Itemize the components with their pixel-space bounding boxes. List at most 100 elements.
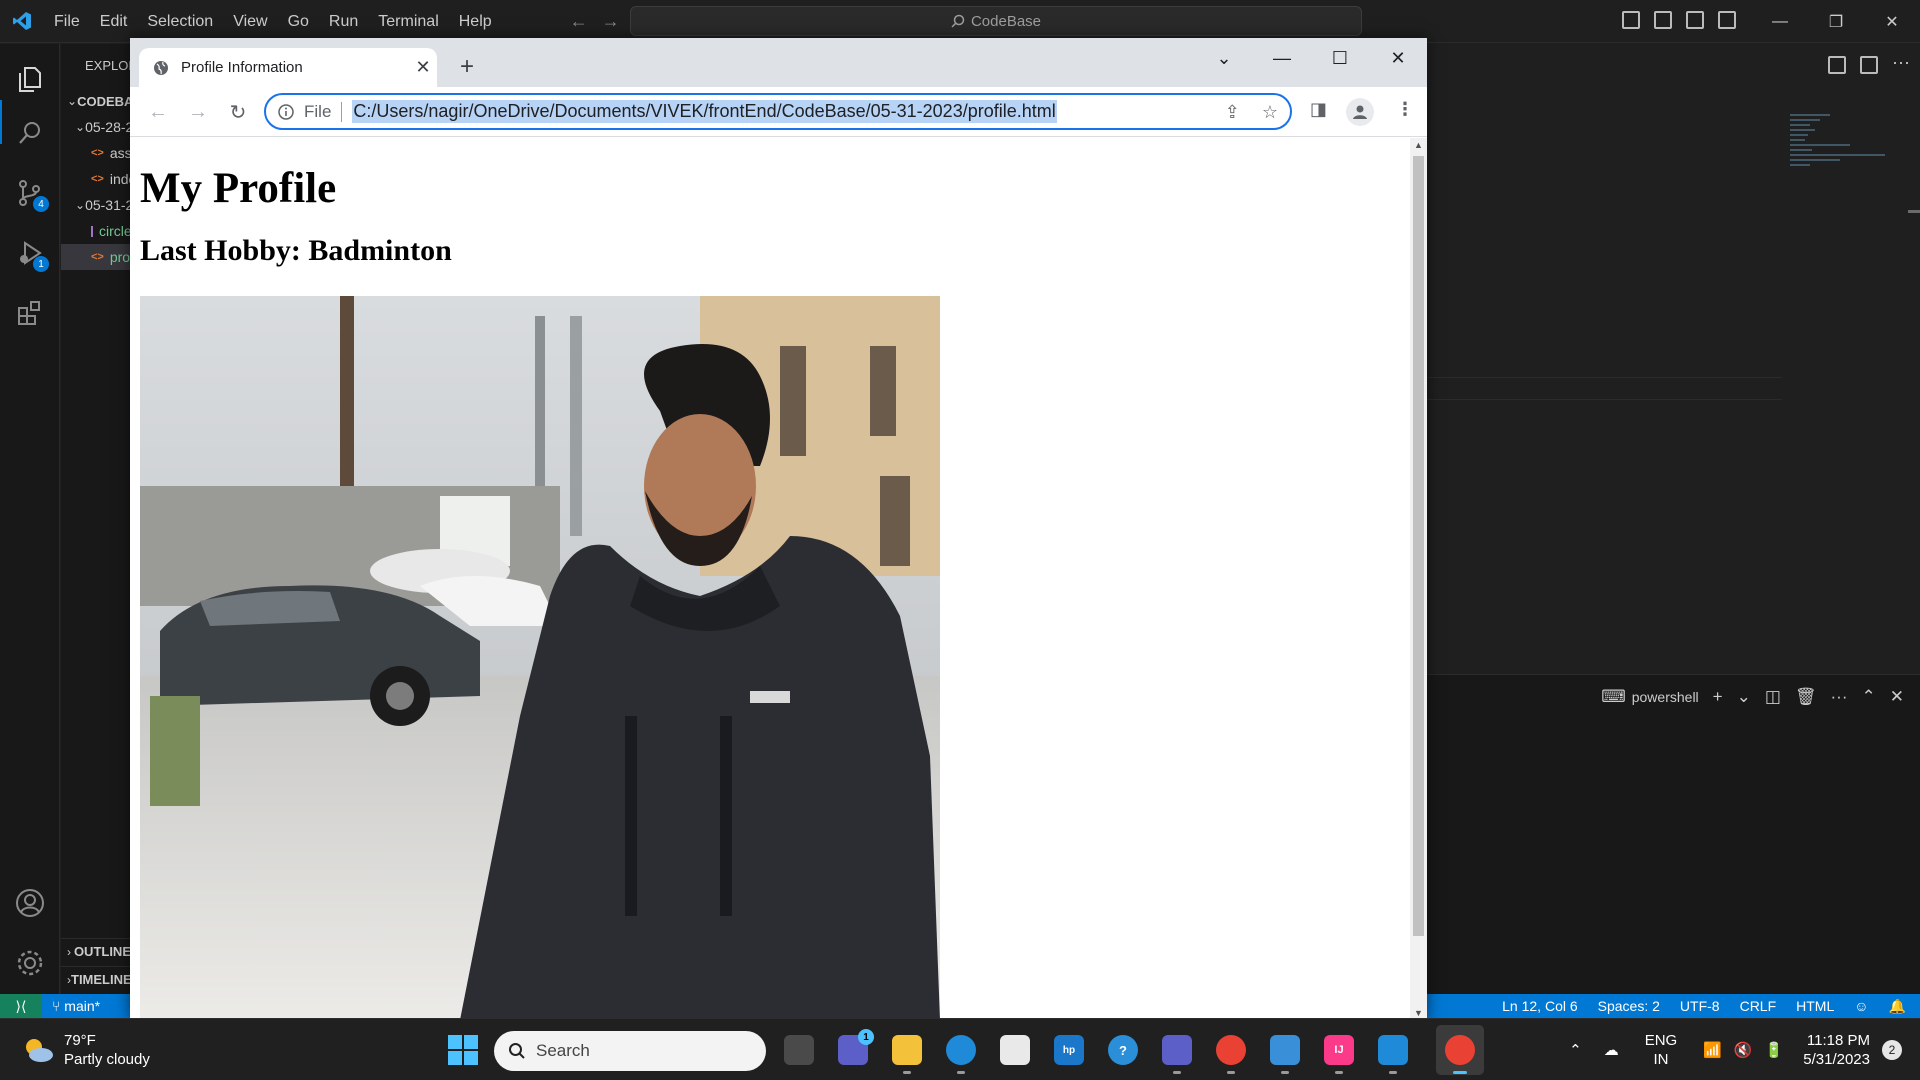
minimize-icon[interactable]: — xyxy=(1752,0,1808,43)
folder-item[interactable]: ⌄ 05-31-2023 xyxy=(61,192,131,218)
battery-icon[interactable]: 🔋 xyxy=(1765,1041,1784,1059)
toggle-secondary-sidebar-icon[interactable] xyxy=(1686,11,1704,29)
scroll-up-arrow-icon[interactable]: ▲ xyxy=(1414,140,1423,150)
start-button[interactable] xyxy=(448,1035,478,1065)
search-icon[interactable] xyxy=(13,116,47,150)
menu-terminal[interactable]: Terminal xyxy=(368,0,448,43)
chrome-active-icon[interactable] xyxy=(1445,1035,1475,1074)
terminal-tab[interactable]: ⌨ powershell xyxy=(1601,687,1698,707)
notepad-icon[interactable] xyxy=(1270,1035,1300,1074)
get-help-icon[interactable]: ? xyxy=(1108,1035,1138,1065)
menu-run[interactable]: Run xyxy=(319,0,368,43)
file-item[interactable]: <> assignment.html xyxy=(61,140,131,166)
trash-icon[interactable]: 🗑 xyxy=(1795,687,1817,707)
restore-icon[interactable]: ❐ xyxy=(1808,0,1864,43)
input-language[interactable]: ENG IN xyxy=(1645,1031,1678,1069)
maximize-panel-icon[interactable]: ⌃ xyxy=(1862,687,1876,707)
tab-close-icon[interactable]: ✕ xyxy=(409,57,437,78)
bookmark-star-icon[interactable]: ☆ xyxy=(1262,102,1278,123)
intellij-icon[interactable]: IJ xyxy=(1324,1035,1354,1074)
chat-icon[interactable]: 1 xyxy=(838,1029,874,1065)
extensions-icon[interactable] xyxy=(13,296,47,330)
split-terminal-icon[interactable]: ◫ xyxy=(1765,687,1781,707)
close-icon[interactable]: ✕ xyxy=(1864,0,1920,43)
more-actions-icon[interactable]: ··· xyxy=(1831,687,1848,707)
clock[interactable]: 11:18 PM 5/31/2023 xyxy=(1803,1031,1870,1069)
editor-area[interactable]: ··· xyxy=(1427,44,1920,674)
side-panel-icon[interactable]: ◨ xyxy=(1310,99,1327,120)
address-bar[interactable]: File C:/Users/nagir/OneDrive/Documents/V… xyxy=(264,93,1292,130)
teams-icon[interactable] xyxy=(1162,1035,1192,1074)
maximize-icon[interactable]: ☐ xyxy=(1311,38,1369,78)
new-tab-button[interactable]: + xyxy=(453,53,481,81)
page-scrollbar[interactable]: ▲ ▼ xyxy=(1410,138,1427,1020)
menu-go[interactable]: Go xyxy=(278,0,319,43)
chevron-down-icon[interactable]: ⌄ xyxy=(1737,687,1751,707)
menu-help[interactable]: Help xyxy=(449,0,502,43)
browser-tab[interactable]: Profile Information ✕ xyxy=(139,48,437,87)
minimize-icon[interactable]: — xyxy=(1253,38,1311,78)
back-arrow-icon[interactable]: ← xyxy=(570,11,588,32)
edge-icon[interactable] xyxy=(946,1035,976,1074)
menu-view[interactable]: View xyxy=(223,0,277,43)
reload-button[interactable]: ↻ xyxy=(226,100,250,124)
folder-item[interactable]: ⌄ 05-28-2023 xyxy=(61,114,131,140)
file-item-selected[interactable]: <> profile.html xyxy=(61,244,131,270)
language-mode[interactable]: HTML xyxy=(1796,994,1834,1018)
scroll-thumb[interactable] xyxy=(1413,156,1424,936)
back-button[interactable]: ← xyxy=(146,100,170,124)
vscode-taskbar-icon[interactable] xyxy=(1378,1035,1408,1074)
file-item[interactable]: circle.png xyxy=(61,218,131,244)
wifi-icon[interactable]: 📶 xyxy=(1703,1041,1722,1059)
indentation[interactable]: Spaces: 2 xyxy=(1598,994,1660,1018)
outline-section[interactable]: › OUTLINE xyxy=(61,938,131,964)
taskbar-search[interactable]: Search xyxy=(494,1031,766,1071)
workspace-root[interactable]: ⌄ CODEBASE xyxy=(61,88,131,114)
editor-scrollbar[interactable] xyxy=(1908,210,1920,213)
menu-edit[interactable]: Edit xyxy=(90,0,138,43)
toggle-primary-sidebar-icon[interactable] xyxy=(1622,11,1640,29)
forward-arrow-icon[interactable]: → xyxy=(602,11,620,32)
compare-changes-icon[interactable] xyxy=(1828,56,1847,74)
toggle-panel-icon[interactable] xyxy=(1654,11,1672,29)
terminal-panel[interactable]: ⌨ powershell + ⌄ ◫ 🗑 ··· ⌃ ✕ xyxy=(1427,674,1920,994)
show-hidden-icons-chevron-icon[interactable]: ⌃ xyxy=(1569,1041,1582,1059)
menu-file[interactable]: File xyxy=(44,0,90,43)
task-view-icon[interactable] xyxy=(784,1035,814,1065)
menu-selection[interactable]: Selection xyxy=(137,0,223,43)
chrome-icon[interactable] xyxy=(1216,1035,1246,1074)
source-control-icon[interactable]: 4 xyxy=(13,176,49,212)
onedrive-icon[interactable]: ☁ xyxy=(1604,1041,1619,1059)
more-actions-icon[interactable]: ··· xyxy=(1892,53,1910,74)
share-icon[interactable]: ⇪ xyxy=(1225,102,1240,123)
tab-search-chevron-icon[interactable]: ⌄ xyxy=(1195,38,1253,78)
git-branch[interactable]: ⑂ main* xyxy=(52,994,100,1018)
explorer-icon[interactable] xyxy=(13,62,47,96)
file-explorer-icon[interactable] xyxy=(892,1035,922,1074)
command-center[interactable]: CodeBase xyxy=(630,6,1362,36)
split-editor-icon[interactable] xyxy=(1860,56,1879,74)
url-text[interactable]: C:/Users/nagir/OneDrive/Documents/VIVEK/… xyxy=(352,100,1057,123)
cursor-position[interactable]: Ln 12, Col 6 xyxy=(1502,994,1578,1018)
scroll-down-arrow-icon[interactable]: ▼ xyxy=(1414,1008,1423,1018)
feedback-icon[interactable]: ☺ xyxy=(1854,994,1868,1018)
file-item[interactable]: <> index.html xyxy=(61,166,131,192)
new-terminal-icon[interactable]: + xyxy=(1713,687,1723,707)
weather-widget[interactable]: 79°F Partly cloudy xyxy=(22,1031,150,1069)
myhp-icon[interactable]: hp xyxy=(1054,1035,1084,1065)
accounts-icon[interactable] xyxy=(13,886,47,920)
forward-button[interactable]: → xyxy=(186,100,210,124)
settings-gear-icon[interactable] xyxy=(13,946,47,980)
remote-indicator-icon[interactable]: ⟩⟨ xyxy=(0,994,42,1018)
close-icon[interactable]: ✕ xyxy=(1369,38,1427,78)
timeline-section[interactable]: › TIMELINE xyxy=(61,966,131,992)
customize-layout-icon[interactable] xyxy=(1718,11,1736,29)
notifications-bell-icon[interactable]: 🔔 xyxy=(1889,994,1906,1018)
minimap[interactable] xyxy=(1790,114,1890,234)
line-ending[interactable]: CRLF xyxy=(1740,994,1777,1018)
notification-badge[interactable]: 2 xyxy=(1882,1040,1902,1060)
profile-avatar-icon[interactable] xyxy=(1346,98,1374,126)
encoding[interactable]: UTF-8 xyxy=(1680,994,1720,1018)
speaker-muted-icon[interactable]: 🔇 xyxy=(1734,1041,1753,1059)
close-panel-icon[interactable]: ✕ xyxy=(1890,687,1904,707)
